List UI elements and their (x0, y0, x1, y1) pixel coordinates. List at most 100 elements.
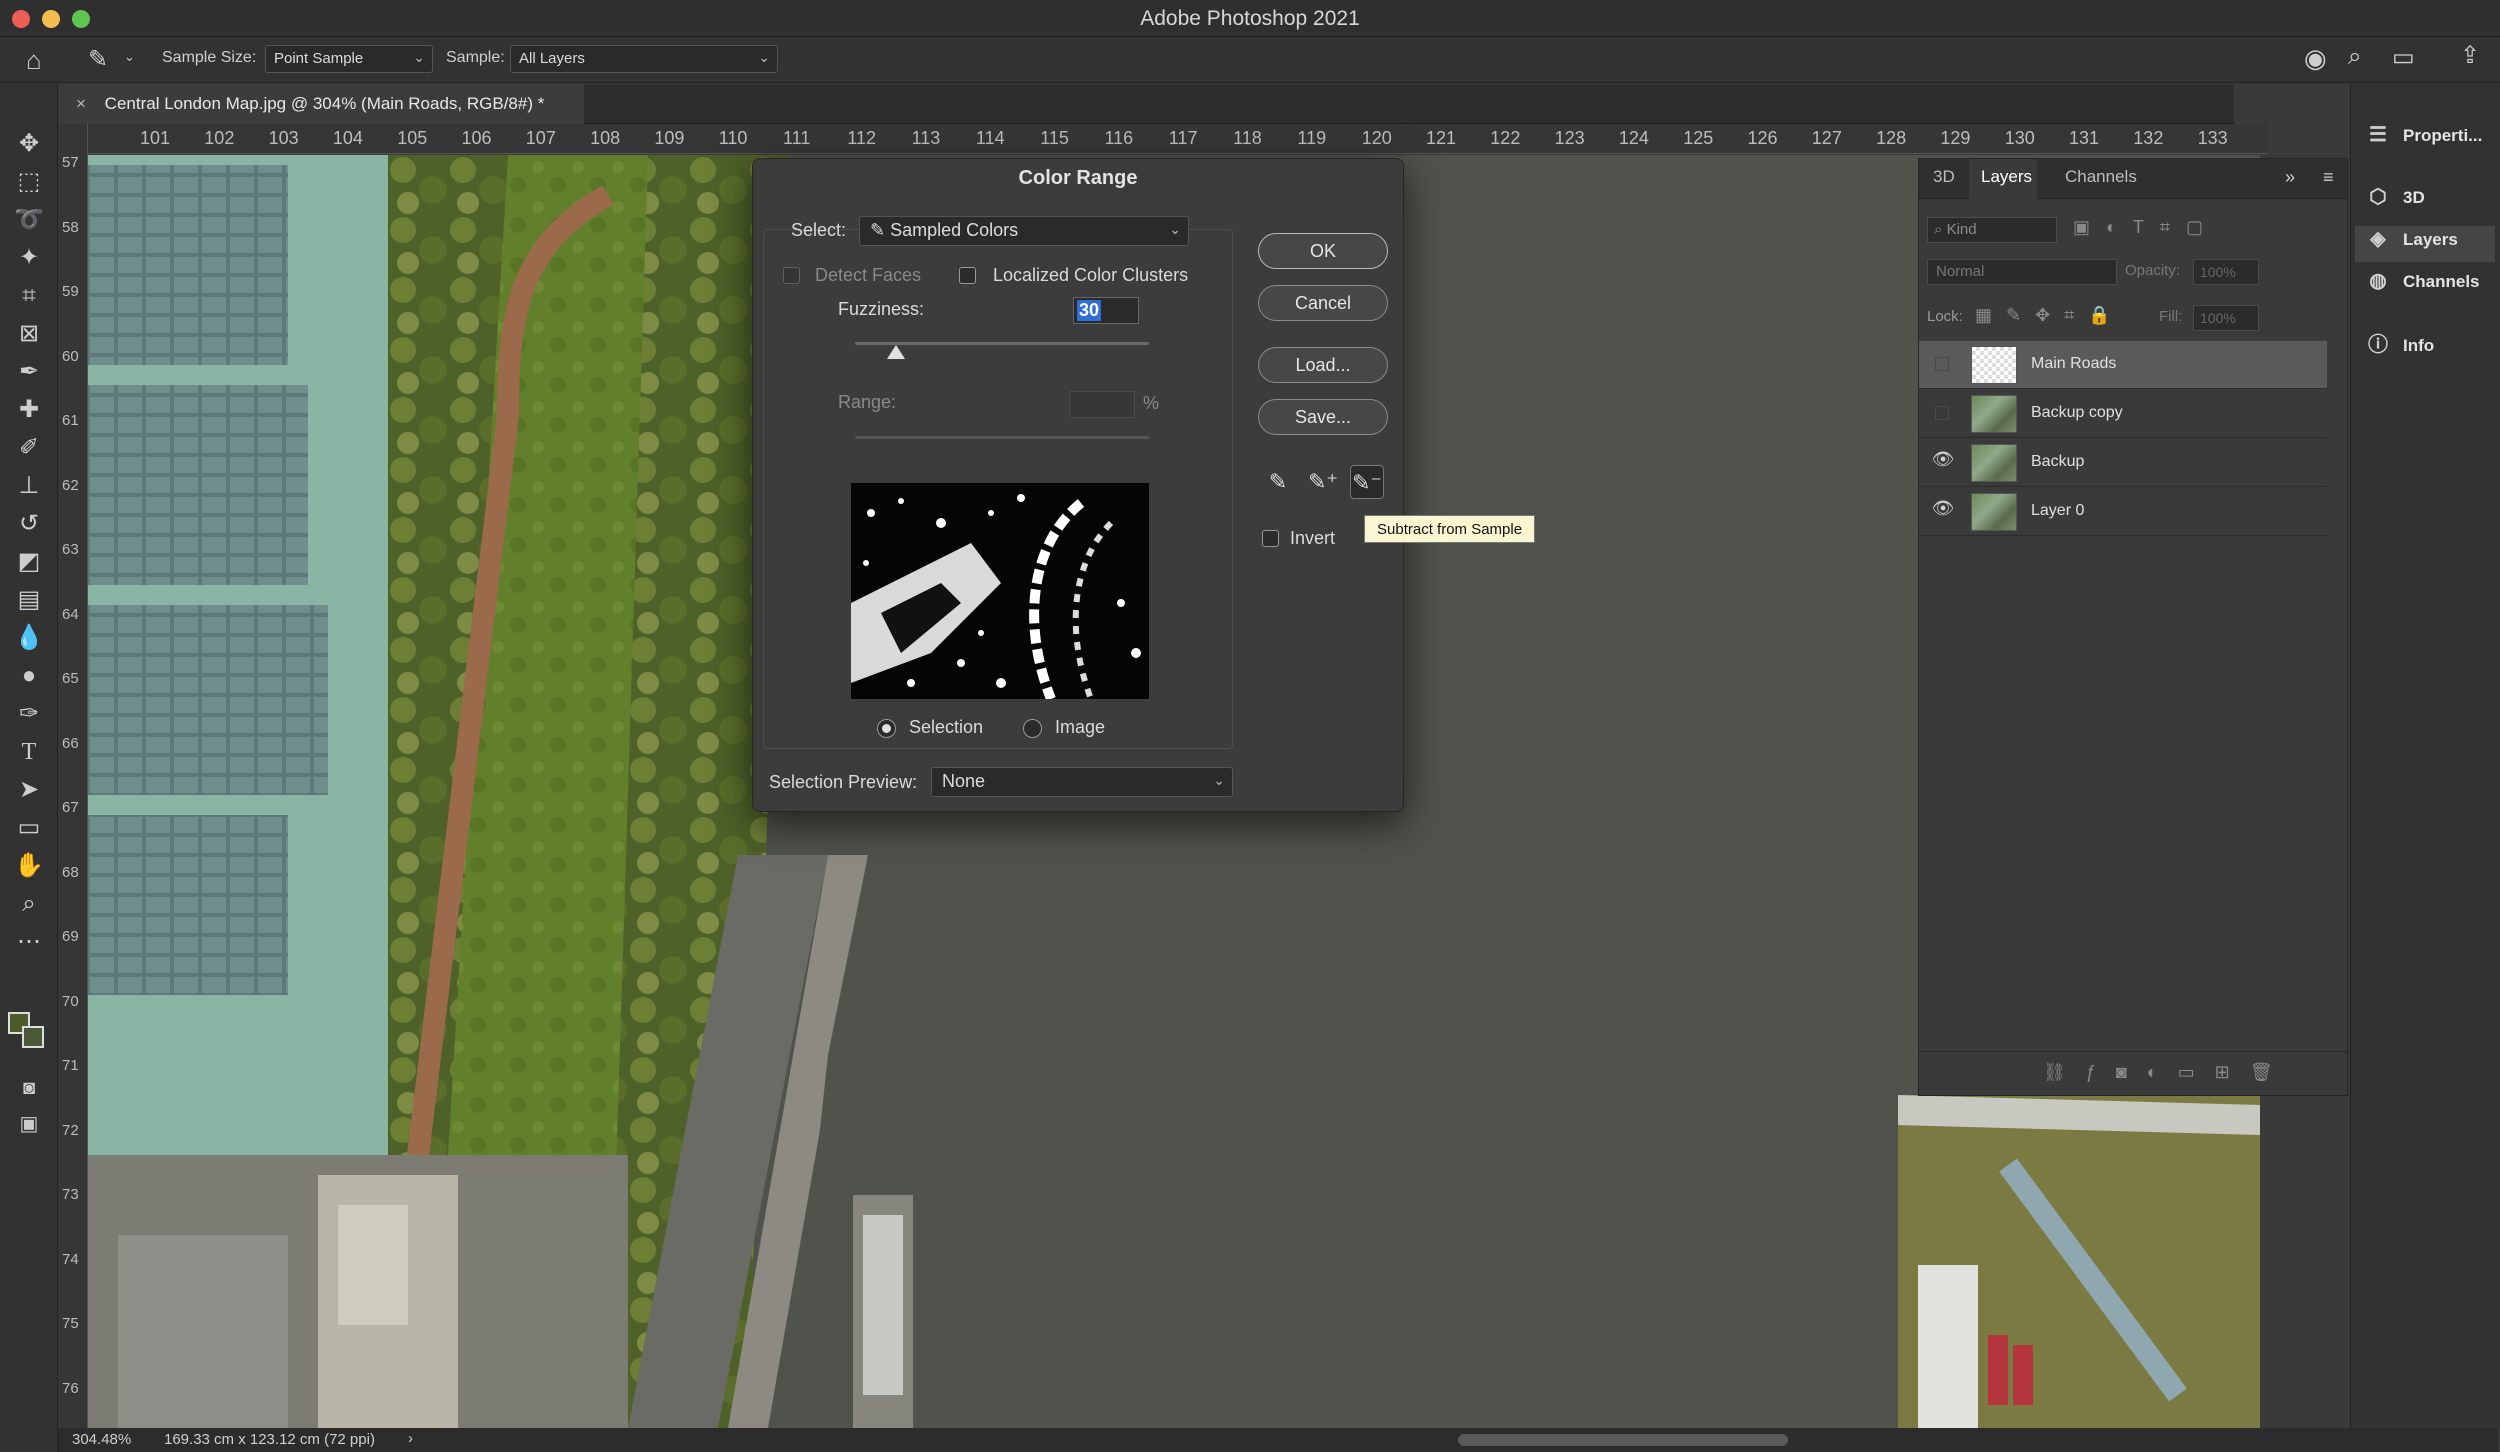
learn-icon[interactable]: ◉ (2304, 43, 2327, 74)
detect-faces-label: Detect Faces (815, 265, 922, 285)
document-tab[interactable]: × Central London Map.jpg @ 304% (Main Ro… (64, 84, 584, 124)
filter-kind-value: Kind (1946, 221, 1977, 238)
zoom-level[interactable]: 304.48% (72, 1431, 131, 1448)
detect-faces-checkbox[interactable] (783, 267, 800, 284)
tab-layers[interactable]: Layers (1981, 167, 2032, 187)
eyedropper-icon: ✎ (870, 220, 886, 240)
sample-size-value: Point Sample (274, 50, 364, 67)
save-button[interactable]: Save... (1258, 399, 1388, 435)
panel-3d[interactable]: ⬡ 3D (2363, 184, 2424, 220)
magic-wand-tool-icon[interactable]: ✦ (10, 242, 48, 274)
tools-panel: ✥ ⬚ ➰ ✦ ⌗ ⊠ ✒ ✚ ✐ ⊥ ↺ ◩ ▤ 💧 ● ✑ T ➤ ▭ ✋ … (0, 84, 58, 1452)
localized-color-clusters-checkbox[interactable] (959, 267, 976, 284)
chevron-down-icon[interactable]: ⌄ (124, 49, 135, 65)
type-tool-icon[interactable]: T (10, 736, 48, 768)
cancel-button[interactable]: Cancel (1258, 285, 1388, 321)
ruler-tick-label: 57 (62, 154, 79, 171)
visibility-toggle[interactable] (1935, 357, 1949, 371)
path-selection-tool-icon[interactable]: ➤ (10, 774, 48, 806)
sample-select[interactable]: All Layers ⌄ (510, 45, 778, 73)
load-button[interactable]: Load... (1258, 347, 1388, 383)
horizontal-scrollbar[interactable] (1458, 1434, 1788, 1446)
properties-icon: ☰ (2369, 124, 2387, 146)
close-tab-icon[interactable]: × (76, 94, 86, 113)
range-slider-track[interactable] (855, 436, 1149, 439)
frame-tool-icon[interactable]: ⊠ (10, 318, 48, 350)
eye-icon[interactable]: 👁 (1931, 449, 1955, 473)
layer-row[interactable]: Backup copy (1919, 390, 2327, 438)
tooltip: Subtract from Sample (1364, 515, 1536, 543)
brush-tool-icon[interactable]: ✐ (10, 432, 48, 464)
layer-row[interactable]: 👁 Backup (1919, 439, 2327, 487)
ruler-tick-label: 101 (140, 128, 171, 148)
panel-menu-icon[interactable]: ≡ (2323, 167, 2334, 188)
gradient-tool-icon[interactable]: ▤ (10, 584, 48, 616)
eraser-tool-icon[interactable]: ◩ (10, 546, 48, 578)
zoom-tool-icon[interactable]: ⌕ (10, 888, 48, 920)
fuzziness-input[interactable]: 30 (1073, 297, 1139, 324)
more-tools-icon[interactable]: ⋯ (10, 926, 48, 958)
document-tab-bar: × Central London Map.jpg @ 304% (Main Ro… (64, 84, 2234, 124)
eyedropper-tool-icon[interactable]: ✒ (10, 356, 48, 388)
lasso-tool-icon[interactable]: ➰ (10, 204, 48, 236)
search-icon[interactable]: ⌕ (2348, 43, 2361, 71)
rectangle-tool-icon[interactable]: ▭ (10, 812, 48, 844)
panel-info[interactable]: ⓘ Info (2363, 328, 2434, 364)
background-color-swatch[interactable] (22, 1026, 44, 1048)
panel-channels-label: Channels (2403, 272, 2480, 291)
eye-icon[interactable]: 👁 (1931, 498, 1955, 522)
quick-mask-icon[interactable]: ◙ (10, 1072, 48, 1104)
tab-3d[interactable]: 3D (1933, 167, 1955, 187)
clone-stamp-tool-icon[interactable]: ⊥ (10, 470, 48, 502)
opacity-input[interactable]: 100% (2193, 259, 2259, 285)
visibility-toggle[interactable] (1935, 406, 1949, 420)
app-title: Adobe Photoshop 2021 (1140, 7, 1360, 30)
panel-channels[interactable]: ◍ Channels (2363, 268, 2480, 304)
history-brush-tool-icon[interactable]: ↺ (10, 508, 48, 540)
subtract-from-sample-eyedropper-icon[interactable]: ✎⁻ (1350, 465, 1384, 499)
home-icon[interactable]: ⌂ (26, 45, 42, 76)
selection-radio[interactable] (877, 719, 896, 738)
marquee-tool-icon[interactable]: ⬚ (10, 166, 48, 198)
healing-brush-tool-icon[interactable]: ✚ (10, 394, 48, 426)
filter-kind-select[interactable]: ⌕ Kind (1927, 217, 2057, 243)
fill-input[interactable]: 100% (2193, 305, 2259, 331)
fuzziness-slider-handle[interactable] (887, 345, 906, 359)
invert-checkbox[interactable] (1262, 530, 1279, 547)
pen-tool-icon[interactable]: ✑ (10, 698, 48, 730)
dodge-tool-icon[interactable]: ● (10, 660, 48, 692)
hand-tool-icon[interactable]: ✋ (10, 850, 48, 882)
share-icon[interactable]: ⇪ (2460, 41, 2480, 70)
layer-actions-icons[interactable]: ⛓ƒ◙◐▭⊞🗑 (2043, 1062, 2293, 1083)
ruler-tick-label: 109 (654, 128, 685, 148)
selection-preview-select[interactable]: None ⌄ (931, 767, 1233, 797)
panel-properties[interactable]: ☰ Properti... (2363, 122, 2482, 158)
panel-layers[interactable]: ◈ Layers (2355, 226, 2495, 262)
workspace-icon[interactable]: ▭ (2392, 43, 2415, 72)
screen-mode-icon[interactable]: ▣ (10, 1108, 48, 1140)
collapse-panel-icon[interactable]: » (2285, 167, 2295, 188)
image-radio[interactable] (1023, 719, 1042, 738)
sample-size-select[interactable]: Point Sample ⌄ (265, 45, 433, 73)
add-to-sample-eyedropper-icon[interactable]: ✎⁺ (1306, 465, 1340, 499)
move-tool-icon[interactable]: ✥ (10, 128, 48, 160)
ok-button[interactable]: OK (1258, 233, 1388, 269)
ruler-tick-label: 133 (2197, 128, 2228, 148)
sample-value: All Layers (519, 50, 585, 67)
lock-icons[interactable]: ▦✎✥⌗🔒 (1975, 305, 2125, 326)
crop-tool-icon[interactable]: ⌗ (10, 280, 48, 312)
tab-channels[interactable]: Channels (2065, 167, 2137, 187)
select-dropdown[interactable]: ✎ Sampled Colors ⌄ (859, 216, 1189, 246)
ruler-tick-label: 103 (268, 128, 299, 148)
eyedropper-icon[interactable]: ✎ (1261, 465, 1295, 499)
options-bar: ⌂ ✎ ⌄ Sample Size: Point Sample ⌄ Sample:… (0, 37, 2500, 83)
status-menu-arrow[interactable]: › (408, 1430, 413, 1447)
range-input[interactable] (1069, 391, 1135, 418)
layer-row[interactable]: Main Roads (1919, 341, 2327, 389)
blend-mode-select[interactable]: Normal (1927, 259, 2117, 285)
layer-row[interactable]: 👁 Layer 0 (1919, 488, 2327, 536)
filter-type-icons[interactable]: ▣◐T⌗▢ (2073, 217, 2219, 238)
ruler-tick-label: 130 (2004, 128, 2035, 148)
blur-tool-icon[interactable]: 💧 (10, 622, 48, 654)
eyedropper-tool-preset-icon[interactable]: ✎ (88, 45, 108, 74)
